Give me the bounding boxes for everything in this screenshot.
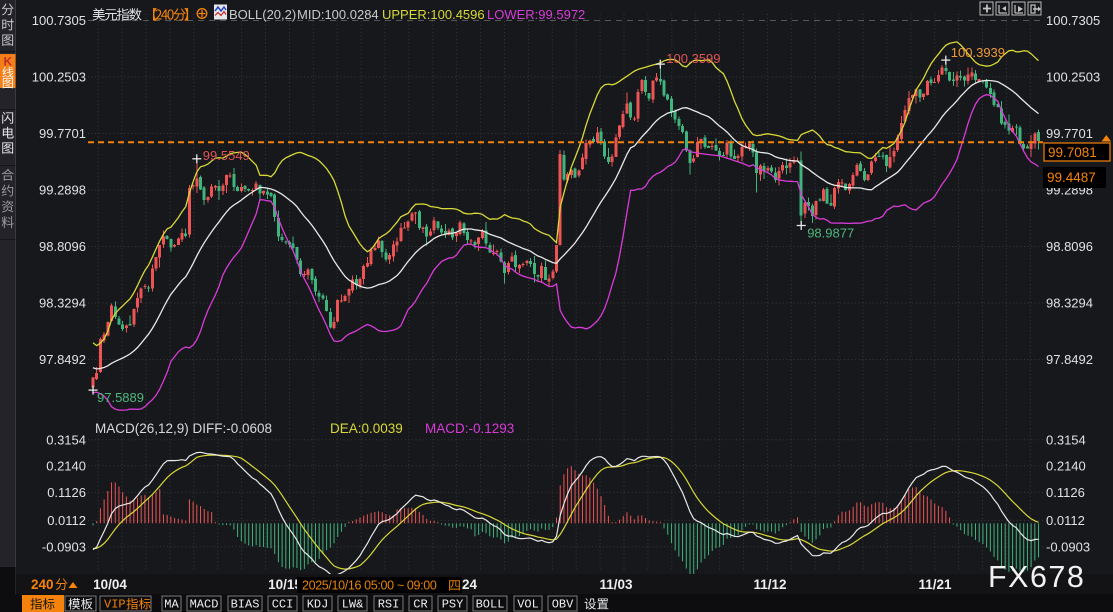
svg-text:RSI: RSI [378, 598, 400, 612]
svg-text:0.2140: 0.2140 [46, 458, 86, 473]
svg-text:UPPER:100.4596: UPPER:100.4596 [382, 7, 485, 22]
svg-text:-0.0903: -0.0903 [1046, 539, 1090, 554]
svg-text:BIAS: BIAS [231, 598, 260, 612]
svg-text:11/12: 11/12 [753, 577, 786, 592]
svg-text:0.3154: 0.3154 [1046, 432, 1086, 447]
svg-text:98.8096: 98.8096 [1046, 239, 1093, 254]
svg-text:FX678: FX678 [988, 560, 1085, 594]
svg-text:97.8492: 97.8492 [39, 352, 86, 367]
svg-text:100.7305: 100.7305 [32, 13, 86, 28]
svg-text:240: 240 [31, 577, 54, 592]
svg-text:LOWER:99.5972: LOWER:99.5972 [487, 7, 585, 22]
svg-text:MID:100.0284: MID:100.0284 [297, 7, 379, 22]
svg-text:99.4487: 99.4487 [1047, 170, 1096, 185]
svg-text:CCI: CCI [272, 598, 294, 612]
svg-text:99.2898: 99.2898 [39, 183, 86, 198]
svg-text:DEA:0.0039: DEA:0.0039 [330, 421, 403, 436]
svg-text:K: K [3, 55, 12, 69]
svg-text:0.3154: 0.3154 [46, 432, 86, 447]
svg-text:97.8492: 97.8492 [1046, 352, 1093, 367]
svg-text:10/04: 10/04 [93, 577, 127, 592]
svg-text:0.1126: 0.1126 [47, 485, 86, 500]
svg-text:MA: MA [164, 598, 179, 612]
svg-text:OBV: OBV [552, 598, 574, 612]
svg-text:0.0112: 0.0112 [47, 513, 86, 528]
svg-text:0.0112: 0.0112 [1046, 513, 1085, 528]
svg-text:98.8096: 98.8096 [39, 239, 86, 254]
svg-text:100.2503: 100.2503 [32, 70, 86, 85]
svg-text:24: 24 [462, 577, 478, 592]
svg-text:98.3294: 98.3294 [39, 296, 86, 311]
svg-text:2025/10/16 05:00 ~ 09:00: 2025/10/16 05:00 ~ 09:00 [302, 579, 437, 593]
svg-text:LW&: LW& [342, 598, 364, 612]
svg-text:100.3939: 100.3939 [951, 45, 1005, 60]
svg-text:100.2503: 100.2503 [1046, 70, 1100, 85]
svg-text:0.1126: 0.1126 [1046, 485, 1085, 500]
svg-text:99.5549: 99.5549 [203, 148, 250, 163]
svg-text:100.3599: 100.3599 [666, 51, 720, 66]
svg-text:CR: CR [413, 598, 427, 612]
svg-text:MACD: MACD [190, 598, 219, 612]
svg-text:KDJ: KDJ [307, 598, 329, 612]
svg-text:99.7081: 99.7081 [1048, 145, 1097, 160]
svg-text:BOLL(20,2): BOLL(20,2) [229, 7, 296, 22]
svg-text:11/03: 11/03 [599, 577, 633, 592]
svg-text:0.2140: 0.2140 [1046, 458, 1086, 473]
svg-text:98.9877: 98.9877 [807, 226, 854, 241]
svg-text:BOLL: BOLL [476, 598, 505, 612]
svg-text:VOL: VOL [517, 598, 539, 612]
svg-text:100.7305: 100.7305 [1046, 13, 1100, 28]
svg-text:11/21: 11/21 [918, 577, 952, 592]
svg-text:99.7701: 99.7701 [39, 126, 86, 141]
svg-text:98.3294: 98.3294 [1046, 296, 1093, 311]
svg-text:97.5889: 97.5889 [97, 390, 144, 405]
svg-text:PSY: PSY [442, 598, 464, 612]
svg-text:MACD:-0.1293: MACD:-0.1293 [425, 421, 514, 436]
svg-text:99.7701: 99.7701 [1046, 126, 1093, 141]
svg-text:MACD(26,12,9) DIFF:-0.0608: MACD(26,12,9) DIFF:-0.0608 [95, 421, 272, 436]
svg-text:-0.0903: -0.0903 [42, 539, 86, 554]
svg-text:VIP: VIP [104, 598, 126, 612]
